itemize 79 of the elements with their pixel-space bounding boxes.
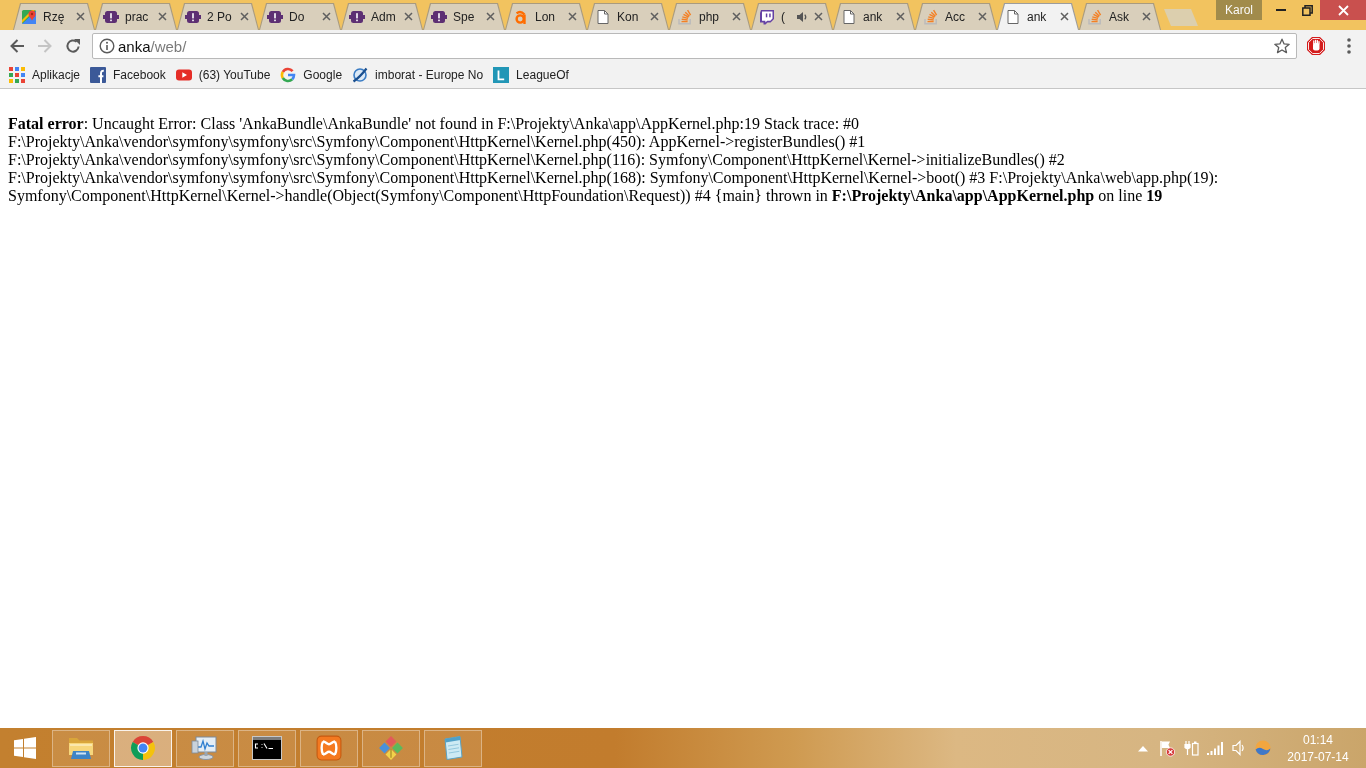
g-logo-icon bbox=[280, 67, 297, 83]
speaker-icon[interactable] bbox=[796, 10, 808, 23]
stacked-bars-icon bbox=[1087, 8, 1103, 25]
restore-icon bbox=[1301, 4, 1313, 16]
bookmark-item[interactable]: Facebook bbox=[85, 64, 171, 86]
close-icon[interactable] bbox=[568, 12, 577, 21]
close-icon[interactable] bbox=[732, 12, 741, 21]
browser-tab[interactable]: ( bbox=[751, 3, 833, 30]
close-window-button[interactable] bbox=[1320, 0, 1366, 20]
browser-tab[interactable]: ank bbox=[997, 3, 1079, 30]
folder-icon bbox=[67, 735, 95, 761]
l-logo-icon bbox=[493, 67, 510, 83]
close-icon[interactable] bbox=[814, 12, 823, 21]
monitor-chart-icon bbox=[191, 735, 219, 761]
close-icon[interactable] bbox=[978, 12, 987, 21]
close-icon[interactable] bbox=[650, 12, 659, 21]
f-logo-icon bbox=[90, 67, 107, 83]
terminal-icon bbox=[252, 736, 282, 760]
browser-tab[interactable]: prac bbox=[95, 3, 177, 30]
alert-badge-icon bbox=[349, 8, 365, 25]
taskbar-button[interactable] bbox=[238, 729, 296, 767]
error-message: Fatal error: Uncaught Error: Class 'AnkaBundle\AnkaBundle' not found in F:\Projekty\Anka\app\AppKernel.php:19 Stack trace: #0 F:\Projekty\Anka\vendor\symfony\symfony\src\Symfony\Component\HttpKernel\Kernel.php(450): AppKernel->registerBundles() #1 F:\Projekty\Anka\vendor\symfony\symfony\src\Symfony\Component\HttpKernel\Kernel.php(116): Symfony\Component\HttpKernel\Kernel->initializeBundles() #2 F:\Projekty\Anka\vendor\symfony\symfony\src\Symfony\Component\HttpKernel\Kernel.php(168): Symfony\Component\HttpKernel\Kernel->boot() #3 F:\Projekty\Anka\web\app.php(19): Symfony\Component\HttpKernel\Kernel->handle(Object(Symfony\Component\HttpFoundation\Request)) #4 {main} thrown in F:\Projekty\Anka\app\AppKernel.php on line 19 bbox=[8, 115, 1220, 205]
address-field[interactable]: anka/web/ bbox=[92, 33, 1297, 59]
bookmark-item[interactable]: Google bbox=[275, 64, 348, 86]
notepad-icon bbox=[441, 735, 465, 761]
map-pin-icon bbox=[21, 8, 37, 25]
close-icon[interactable] bbox=[486, 12, 495, 21]
flag-icon[interactable] bbox=[1159, 739, 1175, 757]
bookmark-item[interactable]: LeagueOf bbox=[488, 64, 574, 86]
browser-tab[interactable]: Lon bbox=[505, 3, 587, 30]
letter-a-icon bbox=[513, 8, 529, 25]
forward-arrow-icon bbox=[37, 38, 53, 54]
alert-badge-icon bbox=[185, 8, 201, 25]
page-icon bbox=[841, 8, 857, 25]
slashed-circle-icon bbox=[352, 67, 369, 83]
page-icon bbox=[595, 8, 611, 25]
info-icon[interactable] bbox=[99, 38, 115, 54]
close-icon bbox=[1337, 4, 1349, 16]
menu-icon bbox=[1347, 38, 1351, 54]
globe-icon[interactable] bbox=[1255, 740, 1271, 756]
diamonds-icon bbox=[378, 735, 404, 761]
browser-tab[interactable]: 2 Po bbox=[177, 3, 259, 30]
browser-tab[interactable]: Adm bbox=[341, 3, 423, 30]
browser-tab[interactable]: Rzę bbox=[13, 3, 95, 30]
browser-tab[interactable]: Ask bbox=[1079, 3, 1161, 30]
bookmark-item[interactable]: Aplikacje bbox=[4, 64, 86, 86]
play-logo-icon bbox=[175, 67, 192, 83]
bookmark-item[interactable]: imborat - Europe No bbox=[347, 64, 489, 86]
page-icon bbox=[1005, 8, 1021, 25]
chat-bubble-icon bbox=[759, 8, 775, 25]
close-icon[interactable] bbox=[240, 12, 249, 21]
browser-tab[interactable]: php bbox=[669, 3, 751, 30]
back-arrow-icon bbox=[9, 38, 25, 54]
stop-hand-icon bbox=[1306, 36, 1326, 56]
alert-badge-icon bbox=[103, 8, 119, 25]
close-icon[interactable] bbox=[322, 12, 331, 21]
browser-tab[interactable]: Spe bbox=[423, 3, 505, 30]
browser-tab[interactable]: Acc bbox=[915, 3, 997, 30]
browser-ball-icon bbox=[130, 735, 156, 761]
close-icon[interactable] bbox=[896, 12, 905, 21]
minimize-icon bbox=[1276, 9, 1286, 11]
alert-badge-icon bbox=[431, 8, 447, 25]
stacked-bars-icon bbox=[677, 8, 693, 25]
windows-logo-icon bbox=[14, 737, 36, 759]
browser-tab[interactable]: Kon bbox=[587, 3, 669, 30]
close-icon[interactable] bbox=[76, 12, 85, 21]
star-icon[interactable] bbox=[1274, 38, 1290, 54]
close-icon[interactable] bbox=[1142, 12, 1151, 21]
stacked-bars-icon bbox=[923, 8, 939, 25]
close-icon[interactable] bbox=[404, 12, 413, 21]
close-icon[interactable] bbox=[158, 12, 167, 21]
logo-tile-icon bbox=[316, 735, 342, 761]
bookmark-item[interactable]: (63) YouTube bbox=[170, 64, 276, 86]
alert-badge-icon bbox=[267, 8, 283, 25]
browser-tab[interactable]: Do bbox=[259, 3, 341, 30]
apps-grid-icon bbox=[9, 67, 25, 83]
close-icon[interactable] bbox=[1060, 12, 1069, 21]
browser-tab[interactable]: ank bbox=[833, 3, 915, 30]
reload-icon bbox=[65, 38, 81, 54]
